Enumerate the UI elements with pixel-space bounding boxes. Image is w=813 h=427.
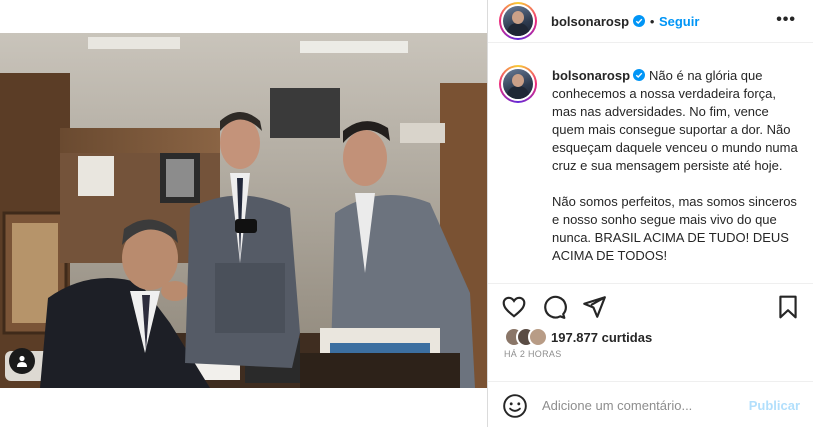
post-media-area [0,0,487,427]
likes-row[interactable]: 197.877 curtidas [504,326,652,348]
separator-dot: • [649,14,655,29]
comment-bar: Publicar [488,381,813,427]
publish-button[interactable]: Publicar [749,398,800,413]
header-username[interactable]: bolsonarosp [551,14,629,29]
post-photo-image [0,33,487,388]
more-options-icon[interactable]: ••• [776,11,796,29]
caption-text: bolsonarosp Não é na glória que conhecem… [552,67,802,280]
profile-avatar[interactable] [499,2,537,40]
likes-label: curtidas [601,329,653,345]
follow-button[interactable]: Seguir [659,14,699,29]
post-actions-bar [488,283,813,327]
emoji-icon[interactable] [502,393,528,419]
verified-badge-icon [633,69,646,81]
heart-icon[interactable] [501,294,527,320]
likes-count-text[interactable]: 197.877 curtidas [551,330,652,345]
post-timestamp[interactable]: HÁ 2 HORAS [504,349,562,359]
liker-avatars [504,326,550,348]
verified-badge-icon [633,15,646,27]
caption-avatar[interactable] [499,65,537,103]
avatar [528,327,548,347]
post-side-panel: bolsonarosp • Seguir ••• bolsonarosp Não… [487,0,813,427]
caption-area: bolsonarosp Não é na glória que conhecem… [488,50,813,280]
tagged-users-button[interactable] [9,348,35,374]
comment-icon[interactable] [541,294,567,320]
likes-count: 197.877 [551,329,598,345]
post-header: bolsonarosp • Seguir ••• [488,0,813,43]
bookmark-icon[interactable] [775,294,801,320]
comment-input[interactable] [542,396,742,414]
caption-paragraph-2: Não somos perfeitos, mas somos sinceros … [552,194,797,263]
post-photo[interactable] [0,33,487,388]
caption-paragraph-1: Não é na glória que conhecemos a nossa v… [552,68,798,173]
share-icon[interactable] [581,294,607,320]
caption-username[interactable]: bolsonarosp [552,68,630,83]
header-user-line: bolsonarosp • Seguir [551,13,699,31]
user-icon [17,355,27,367]
